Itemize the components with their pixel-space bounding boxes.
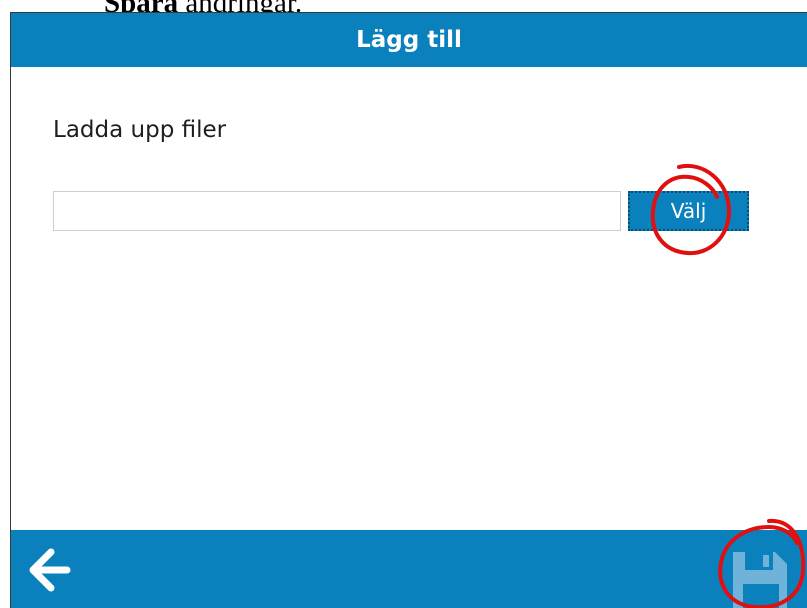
bottom-toolbar — [11, 530, 807, 608]
arrow-left-icon[interactable] — [25, 546, 73, 594]
choose-file-button[interactable]: Välj — [628, 191, 749, 231]
floppy-disk-icon[interactable] — [725, 546, 793, 608]
add-dialog: Lägg till Ladda upp filer Välj — [10, 12, 807, 608]
upload-files-label: Ladda upp filer — [53, 117, 227, 143]
file-path-input[interactable] — [53, 191, 621, 231]
dialog-header: Lägg till — [11, 13, 807, 67]
dialog-title: Lägg till — [356, 27, 462, 53]
choose-file-button-label: Välj — [670, 199, 707, 223]
